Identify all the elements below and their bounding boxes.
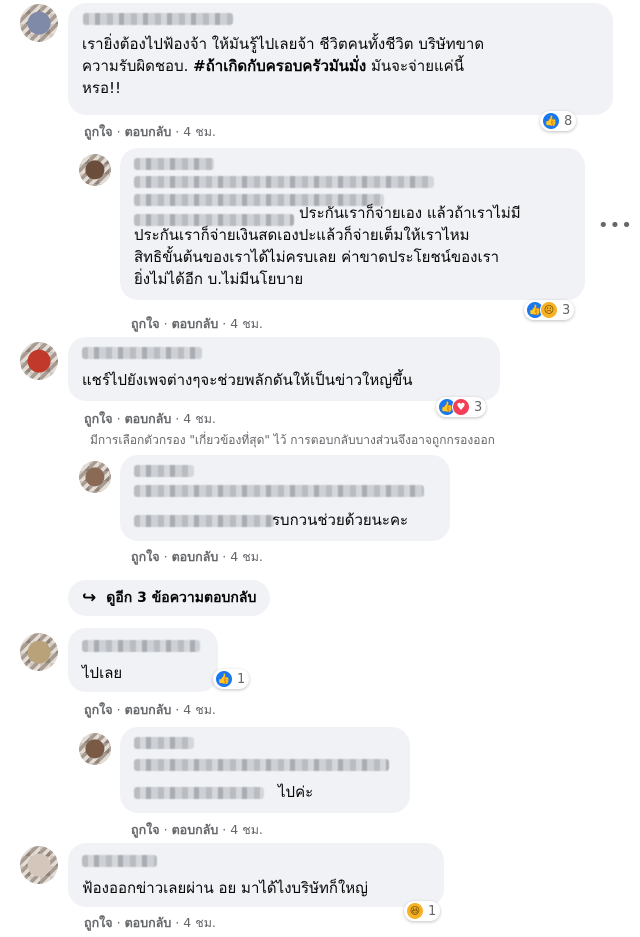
like-reaction-icon: 👍 (215, 670, 233, 688)
comment-actions: ถูกใจ · ตอบกลับ · 4 ชม. (84, 915, 216, 930)
comment-bubble: ไปเลย (68, 628, 218, 692)
avatar[interactable] (79, 154, 111, 186)
reply-button[interactable]: ตอบกลับ (125, 702, 172, 717)
comment-actions: ถูกใจ · ตอบกลับ · 4 ชม. (131, 822, 263, 837)
like-button[interactable]: ถูกใจ (84, 124, 113, 139)
comment-text: ประกันเราก็จ่ายเอง แล้วถ้าเราไม่มี ประกั… (134, 204, 521, 288)
author-name-blurred[interactable] (82, 347, 202, 359)
avatar[interactable] (20, 4, 58, 42)
author-name-blurred[interactable] (134, 465, 194, 477)
view-more-replies-button[interactable]: ↪ ดูอีก 3 ข้อความตอบกลับ (68, 580, 271, 616)
author-name-blurred[interactable] (82, 855, 157, 867)
comment-text: ไปเลย (82, 664, 123, 682)
like-button[interactable]: ถูกใจ (131, 822, 160, 837)
reaction-summary[interactable]: 👍 ♥ 3 (436, 397, 487, 417)
like-button[interactable]: ถูกใจ (84, 411, 113, 426)
more-options-icon[interactable]: ••• (598, 215, 633, 236)
comment-actions: ถูกใจ · ตอบกลับ · 4 ชม. (131, 549, 263, 564)
view-more-replies-label: ดูอีก 3 ข้อความตอบกลับ (106, 590, 257, 606)
reaction-summary[interactable]: 👍 1 (213, 669, 250, 689)
avatar[interactable] (79, 733, 111, 765)
reply-button[interactable]: ตอบกลับ (125, 124, 172, 139)
reaction-count: 8 (564, 113, 573, 129)
reply-bubble: รบกวนช่วยด้วยนะคะ (120, 455, 450, 541)
comment-text: ไปค่ะ (278, 783, 314, 801)
like-reaction-icon: 👍 (542, 112, 560, 130)
comment-bubble: ฟ้องออกข่าวเลยผ่าน อย มาได้ไงบริษัทก็ใหญ… (68, 843, 444, 907)
comment-actions: ถูกใจ · ตอบกลับ · 4 ชม. (84, 124, 216, 139)
like-button[interactable]: ถูกใจ (131, 549, 160, 564)
author-name-blurred[interactable] (134, 737, 194, 749)
like-button[interactable]: ถูกใจ (84, 702, 113, 717)
reply-button[interactable]: ตอบกลับ (125, 915, 172, 930)
reaction-count: 3 (474, 399, 483, 415)
author-name-blurred[interactable] (134, 158, 214, 170)
reaction-summary[interactable]: 👍 ☹ 3 (524, 300, 575, 320)
timestamp[interactable]: 4 ชม. (230, 822, 263, 837)
comment-text: รบกวนช่วยด้วยนะคะ (272, 511, 409, 529)
comment-text: แชร์ไปยังเพจต่างๆจะช่วยพลักดันให้เป็นข่า… (82, 371, 413, 389)
sad-reaction-icon: ☹ (540, 301, 558, 319)
reply-arrow-icon: ↪ (82, 588, 97, 608)
comment-text: ฟ้องออกข่าวเลยผ่าน อย มาได้ไงบริษัทก็ใหญ… (82, 879, 368, 897)
author-name-blurred[interactable] (83, 13, 233, 25)
filter-note: มีการเลือกตัวกรอง "เกี่ยวข้องที่สุด" ไว้… (90, 433, 495, 447)
reaction-count: 3 (562, 302, 571, 318)
avatar[interactable] (20, 846, 58, 884)
comment-bubble: แชร์ไปยังเพจต่างๆจะช่วยพลักดันให้เป็นข่า… (68, 337, 500, 401)
comment-bubble: เรายิ่งต้องไปฟ้องจ้า ให้มันรู้ไปเลยจ้า ช… (68, 3, 613, 115)
comment-actions: ถูกใจ · ตอบกลับ · 4 ชม. (84, 411, 216, 426)
reaction-summary[interactable]: 😆 1 (404, 901, 441, 921)
reaction-summary[interactable]: 👍 8 (540, 111, 577, 131)
timestamp[interactable]: 4 ชม. (230, 549, 263, 564)
like-button[interactable]: ถูกใจ (131, 316, 160, 331)
author-name-blurred[interactable] (82, 640, 200, 652)
comment-actions: ถูกใจ · ตอบกลับ · 4 ชม. (131, 316, 263, 331)
comment-text: เรายิ่งต้องไปฟ้องจ้า ให้มันรู้ไปเลยจ้า ช… (82, 35, 485, 97)
reply-button[interactable]: ตอบกลับ (172, 316, 219, 331)
reply-button[interactable]: ตอบกลับ (125, 411, 172, 426)
timestamp[interactable]: 4 ชม. (183, 124, 216, 139)
timestamp[interactable]: 4 ชม. (183, 702, 216, 717)
avatar[interactable] (79, 461, 111, 493)
avatar[interactable] (20, 342, 58, 380)
reaction-count: 1 (428, 903, 437, 919)
love-reaction-icon: ♥ (452, 398, 470, 416)
reaction-count: 1 (237, 671, 246, 687)
comment-actions: ถูกใจ · ตอบกลับ · 4 ชม. (84, 702, 216, 717)
like-button[interactable]: ถูกใจ (84, 915, 113, 930)
reply-bubble: ไปค่ะ (120, 727, 410, 813)
hashtag-link[interactable]: #ถ้าเกิดกับครอบครัวมันมั่ง (193, 57, 366, 75)
reply-button[interactable]: ตอบกลับ (172, 822, 219, 837)
haha-reaction-icon: 😆 (406, 902, 424, 920)
avatar[interactable] (20, 633, 58, 671)
timestamp[interactable]: 4 ชม. (230, 316, 263, 331)
reply-bubble: ประกันเราก็จ่ายเอง แล้วถ้าเราไม่มี ประกั… (120, 148, 585, 300)
timestamp[interactable]: 4 ชม. (183, 411, 216, 426)
timestamp[interactable]: 4 ชม. (183, 915, 216, 930)
reply-button[interactable]: ตอบกลับ (172, 549, 219, 564)
